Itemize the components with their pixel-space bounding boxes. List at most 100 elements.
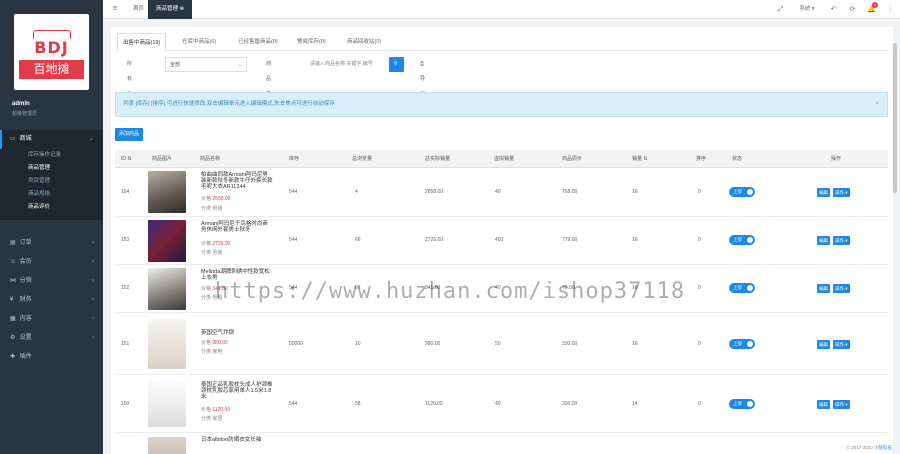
tab-products[interactable]: 商品管理 ⊗ <box>148 0 193 19</box>
footer-company-link[interactable]: 小陌科技 <box>874 445 892 450</box>
more-icon[interactable]: ⋮ <box>881 0 900 19</box>
product-price: 价格:980.00 <box>201 339 228 346</box>
sidebar-item-settings[interactable]: ⚙ 设置 › <box>0 329 103 348</box>
col-ops: 操作 <box>831 156 842 162</box>
chevron-down-icon: ⌄ <box>237 62 242 68</box>
cell-stock[interactable]: 50000 <box>289 341 303 347</box>
search-button[interactable]: ⚲ 搜索 <box>389 57 405 97</box>
ops-dropdown[interactable]: 操作 ▾ <box>833 188 850 197</box>
sidebar-item-mall[interactable]: ▭ 商城 ⌄ <box>0 130 103 149</box>
account-label: 系统 <box>799 6 811 12</box>
col-sold[interactable]: 销量 ⇅ <box>632 150 648 168</box>
search-input[interactable]: 请输入商品名称,关键字,编号 <box>306 57 388 72</box>
tab-sold-out[interactable]: 已经售罄商品(0) <box>233 33 283 51</box>
sidebar-item-label: 商城 <box>19 136 32 142</box>
tab-label: 商品管理 <box>156 6 179 12</box>
cell-orig: 758.00 <box>562 189 578 195</box>
menu-toggle-icon[interactable]: ☰ <box>107 0 123 19</box>
sidebar-submenu: 库存操作记录 商品管理 类目管理 商品规格 商品评价 <box>0 149 103 220</box>
cell-sort[interactable]: 0 <box>698 237 701 243</box>
col-id[interactable]: ID ⇅ <box>121 150 132 168</box>
sidebar-item-label: 设置 <box>19 335 32 341</box>
cell-views: 58 <box>355 401 361 407</box>
cell-sort[interactable]: 0 <box>698 341 701 347</box>
ops-dropdown[interactable]: 操作 ▾ <box>833 236 850 245</box>
edit-button[interactable]: 编辑 <box>817 340 830 349</box>
ops-dropdown[interactable]: 操作 ▾ <box>833 340 850 349</box>
edit-button[interactable]: 编辑 <box>817 284 830 293</box>
category-label: 所有分类 <box>127 61 133 112</box>
product-thumbnail <box>148 319 186 369</box>
product-category: 分类:家居 <box>201 416 223 422</box>
chevron-right-icon: › <box>92 278 94 284</box>
category-select[interactable]: 全部 ⌄ <box>165 57 247 72</box>
col-status: 状态 <box>732 156 743 162</box>
ops-label: 操作 <box>835 190 844 195</box>
sidebar-subitem-reviews[interactable]: 商品评价 <box>0 201 103 214</box>
sidebar-item-finance[interactable]: ¥ 财务 › <box>0 291 103 310</box>
cell-sort[interactable]: 0 <box>698 285 701 291</box>
product-thumbnail <box>148 268 186 310</box>
back-icon[interactable]: ↶ <box>824 0 843 19</box>
edit-button[interactable]: 编辑 <box>817 236 830 245</box>
refresh-icon[interactable]: ⟳ <box>843 0 862 19</box>
cell-virtual: 40 <box>495 189 501 195</box>
sidebar-item-distribution[interactable]: ⋈ 分销 › <box>0 272 103 291</box>
edit-button[interactable]: 编辑 <box>817 400 830 409</box>
cell-views: 4 <box>355 189 358 195</box>
status-toggle[interactable]: 上架 <box>729 187 755 197</box>
cell-stock[interactable]: 544 <box>289 237 297 243</box>
product-name: 日本albitoo防晒衣女长袖 <box>201 437 262 443</box>
close-icon[interactable]: ⊗ <box>180 6 185 12</box>
tab-recycle-bin[interactable]: 商品回收站(0) <box>342 33 386 51</box>
ops-dropdown[interactable]: 操作 ▾ <box>833 400 850 409</box>
cell-sort[interactable]: 0 <box>698 401 701 407</box>
scrollbar[interactable] <box>893 43 897 193</box>
sidebar: BDJ 百地摊 admin 超级管理员 ▭ 商城 ⌄ 库存操作记录 商品管理 类… <box>0 0 103 454</box>
cell-id: 152 <box>121 285 130 291</box>
sidebar-subitem-specs[interactable]: 商品规格 <box>0 188 103 201</box>
export-icon: ⎙ <box>420 61 425 67</box>
table-row: 151 英国空气炸锅 价格:980.00 分类:家电 50000 10 980.… <box>115 313 888 375</box>
notify-badge: 1 <box>872 2 878 8</box>
sidebar-subitem-products[interactable]: 商品管理 <box>0 162 103 175</box>
export-button[interactable]: ⎙ 导出 <box>416 57 429 97</box>
logo[interactable]: BDJ 百地摊 <box>14 14 89 90</box>
status-toggle[interactable]: 上架 <box>729 235 755 245</box>
ops-dropdown[interactable]: 操作 ▾ <box>833 284 850 293</box>
status-toggle[interactable]: 上架 <box>729 339 755 349</box>
status-toggle[interactable]: 上架 <box>729 399 755 409</box>
cell-stock[interactable]: 544 <box>289 189 297 195</box>
tab-warehouse[interactable]: 仓库中商品(6) <box>177 33 221 51</box>
sidebar-subitem-categories[interactable]: 类目管理 <box>0 175 103 188</box>
edit-button[interactable]: 编辑 <box>817 188 830 197</box>
sidebar-nav: ▭ 商城 ⌄ 库存操作记录 商品管理 类目管理 商品规格 商品评价 ▤ 订单 ›… <box>0 130 103 367</box>
bell-icon[interactable]: 🔔 1 <box>862 0 881 19</box>
sidebar-subitem-stock-log[interactable]: 库存操作记录 <box>0 149 103 162</box>
add-product-button[interactable]: 添加商品 <box>115 128 144 141</box>
sidebar-item-members[interactable]: ☺ 会员 › <box>0 253 103 272</box>
account-dropdown[interactable]: 系统 ▾ <box>790 0 824 19</box>
price-value: 2726.00 <box>212 241 231 247</box>
content-area: 出售中商品(19) 仓库中商品(6) 已经售罄商品(0) 警戒库存(0) 商品回… <box>103 19 900 454</box>
sidebar-item-label: 订单 <box>19 240 32 246</box>
sidebar-item-content[interactable]: ▦ 内容 › <box>0 310 103 329</box>
cell-sales: 2726.00 <box>425 237 444 243</box>
sidebar-item-orders[interactable]: ▤ 订单 › <box>0 234 103 253</box>
col-label: 销量 <box>632 156 643 162</box>
watermark-text: https://www.huzhan.com/ishop37118 <box>215 279 686 304</box>
price-value: 1120.00 <box>212 407 231 413</box>
cell-stock[interactable]: 544 <box>289 401 297 407</box>
fullscreen-icon[interactable]: ⤢ <box>771 0 790 19</box>
ops-label: 操作 <box>835 342 844 347</box>
cell-sort[interactable]: 0 <box>698 189 701 195</box>
product-thumbnail <box>148 381 186 427</box>
share-icon: ⋈ <box>10 278 16 284</box>
status-toggle[interactable]: 上架 <box>729 283 755 293</box>
tab-stock-alert[interactable]: 警戒库存(0) <box>292 33 331 51</box>
money-icon: ¥ <box>10 297 14 303</box>
sidebar-item-plugins[interactable]: ✚ 插件 <box>0 348 103 367</box>
tab-on-sale[interactable]: 出售中商品(19) <box>117 33 167 51</box>
close-icon[interactable]: × <box>875 93 879 116</box>
col-sales: 总实际销量 <box>425 156 451 162</box>
